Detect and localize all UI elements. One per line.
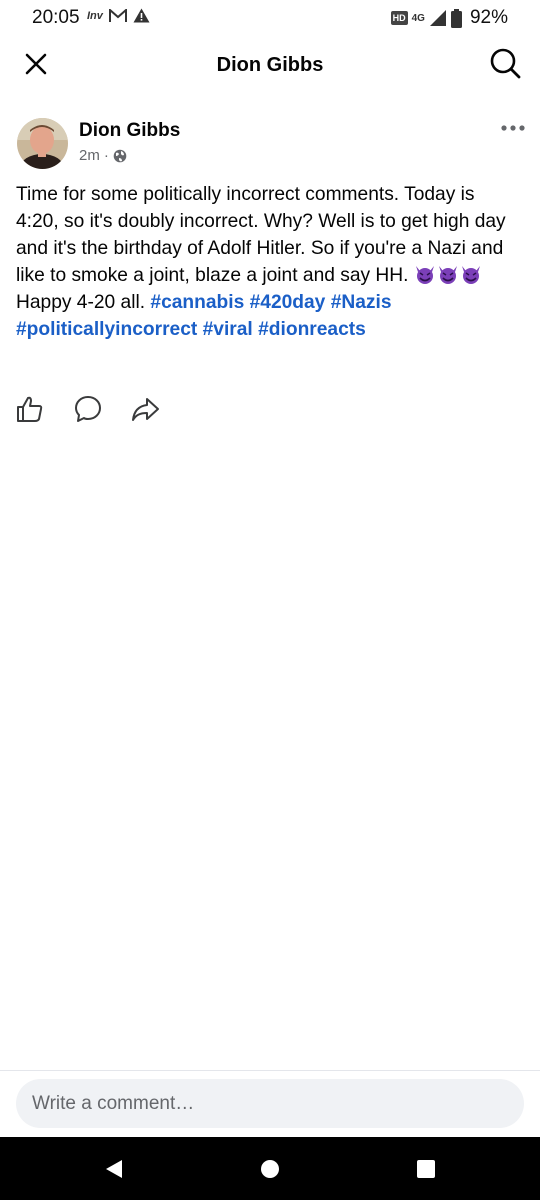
hashtag[interactable]: #dionreacts [258,319,366,340]
meta-separator: · [103,147,109,164]
post-meta: 2m · [79,147,127,164]
gmail-icon [108,8,127,22]
hashtag[interactable]: #Nazis [331,292,392,313]
globe-icon [113,149,127,162]
post-time[interactable]: 2m [79,147,100,164]
share-icon [132,398,159,421]
recents-button[interactable] [412,1155,440,1183]
like-button[interactable] [15,394,45,424]
comment-icon [75,396,101,422]
author-name[interactable]: Dion Gibbs [79,120,180,142]
comment-input[interactable]: Write a comment… [16,1079,524,1128]
hashtag[interactable]: #politicallyincorrect [16,319,197,340]
warning-icon [133,8,150,23]
like-icon [17,396,43,422]
hashtag[interactable]: #420day [250,292,326,313]
more-icon [501,125,525,131]
share-button[interactable] [130,394,160,424]
status-bar: 20:05 Inv HD 4G 92% [0,0,540,36]
search-icon [490,48,521,79]
signal-icon [429,10,446,26]
hd-badge: HD [390,11,408,25]
comment-placeholder: Write a comment… [32,1093,195,1114]
navigation-bar [0,1137,540,1200]
post-text-end: Happy 4-20 all. [16,292,146,313]
system-status: HD 4G 92% [390,7,508,29]
back-button[interactable] [100,1155,128,1183]
battery-icon [450,8,462,28]
emoji-group [414,265,483,286]
recents-icon [417,1160,435,1178]
page-title: Dion Gibbs [216,54,324,76]
smiling-devil-emoji [415,266,434,284]
battery-percent: 92% [469,7,508,28]
home-icon [261,1160,279,1178]
smiling-devil-emoji [461,266,480,284]
avatar[interactable] [17,118,68,169]
more-options-button[interactable] [498,116,528,140]
comment-button[interactable] [73,394,103,424]
notification-icons: Inv [87,8,150,23]
post-body: Time for some politically incorrect comm… [16,181,516,343]
top-bar: Dion Gibbs [0,36,540,96]
search-button[interactable] [488,46,522,80]
profile-photo [17,118,68,169]
status-time: 20:05 [32,7,80,28]
inv-icon: Inv [87,9,103,22]
hashtag[interactable]: #viral [203,319,253,340]
home-button[interactable] [256,1155,284,1183]
hashtag[interactable]: #cannabis [150,292,244,313]
divider [0,1070,540,1071]
network-type: 4G [411,12,425,24]
smiling-devil-emoji [438,266,457,284]
back-icon [106,1160,122,1178]
